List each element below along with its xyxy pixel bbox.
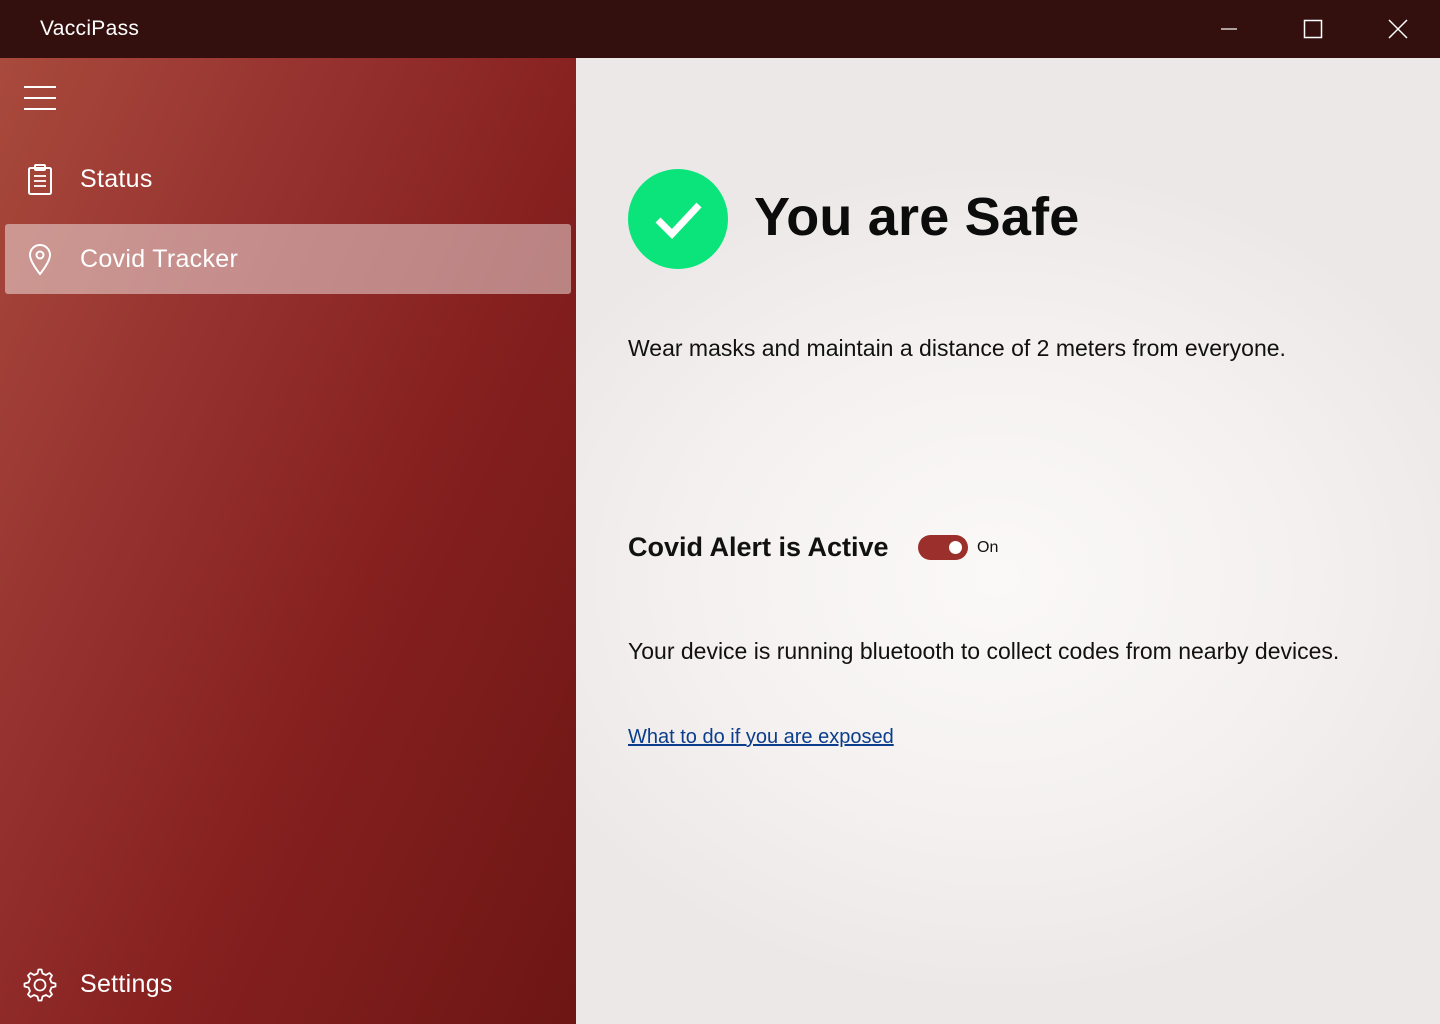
sidebar-item-status[interactable]: Status — [5, 144, 571, 214]
minimize-button[interactable] — [1187, 0, 1271, 58]
close-icon — [1388, 19, 1408, 39]
maximize-button[interactable] — [1271, 0, 1355, 58]
minimize-icon — [1221, 28, 1237, 30]
main-content: You are Safe Wear masks and maintain a d… — [576, 58, 1440, 1024]
check-circle-icon — [628, 169, 728, 269]
toggle-state-label: On — [977, 539, 999, 556]
sidebar-item-label: Covid Tracker — [80, 244, 239, 273]
sidebar-nav: Status Covid Tracker Settings — [0, 58, 576, 1024]
sidebar-item-label: Status — [80, 164, 153, 193]
app-title: VacciPass — [40, 17, 140, 40]
sidebar-item-label: Settings — [80, 969, 173, 998]
covid-alert-label: Covid Alert is Active — [628, 532, 889, 562]
status-title: You are Safe — [754, 187, 1080, 247]
title-bar: VacciPass — [0, 0, 1440, 58]
covid-alert-toggle[interactable] — [918, 535, 968, 560]
sidebar-item-settings[interactable]: Settings — [5, 949, 571, 1019]
maximize-icon — [1303, 19, 1323, 39]
gear-icon — [23, 968, 57, 1002]
bluetooth-info-text: Your device is running bluetooth to coll… — [628, 638, 1340, 664]
exposed-help-link[interactable]: What to do if you are exposed — [628, 726, 894, 749]
app-window: VacciPass Status Covid Tracker Settings … — [0, 0, 1440, 1024]
sidebar-item-covid-tracker[interactable]: Covid Tracker — [5, 224, 571, 294]
toggle-knob — [949, 541, 962, 554]
hamburger-icon — [24, 86, 56, 110]
advice-text: Wear masks and maintain a distance of 2 … — [628, 335, 1286, 361]
close-button[interactable] — [1356, 0, 1440, 58]
location-pin-icon — [23, 243, 57, 277]
menu-button[interactable] — [20, 78, 60, 118]
clipboard-icon — [23, 163, 57, 197]
